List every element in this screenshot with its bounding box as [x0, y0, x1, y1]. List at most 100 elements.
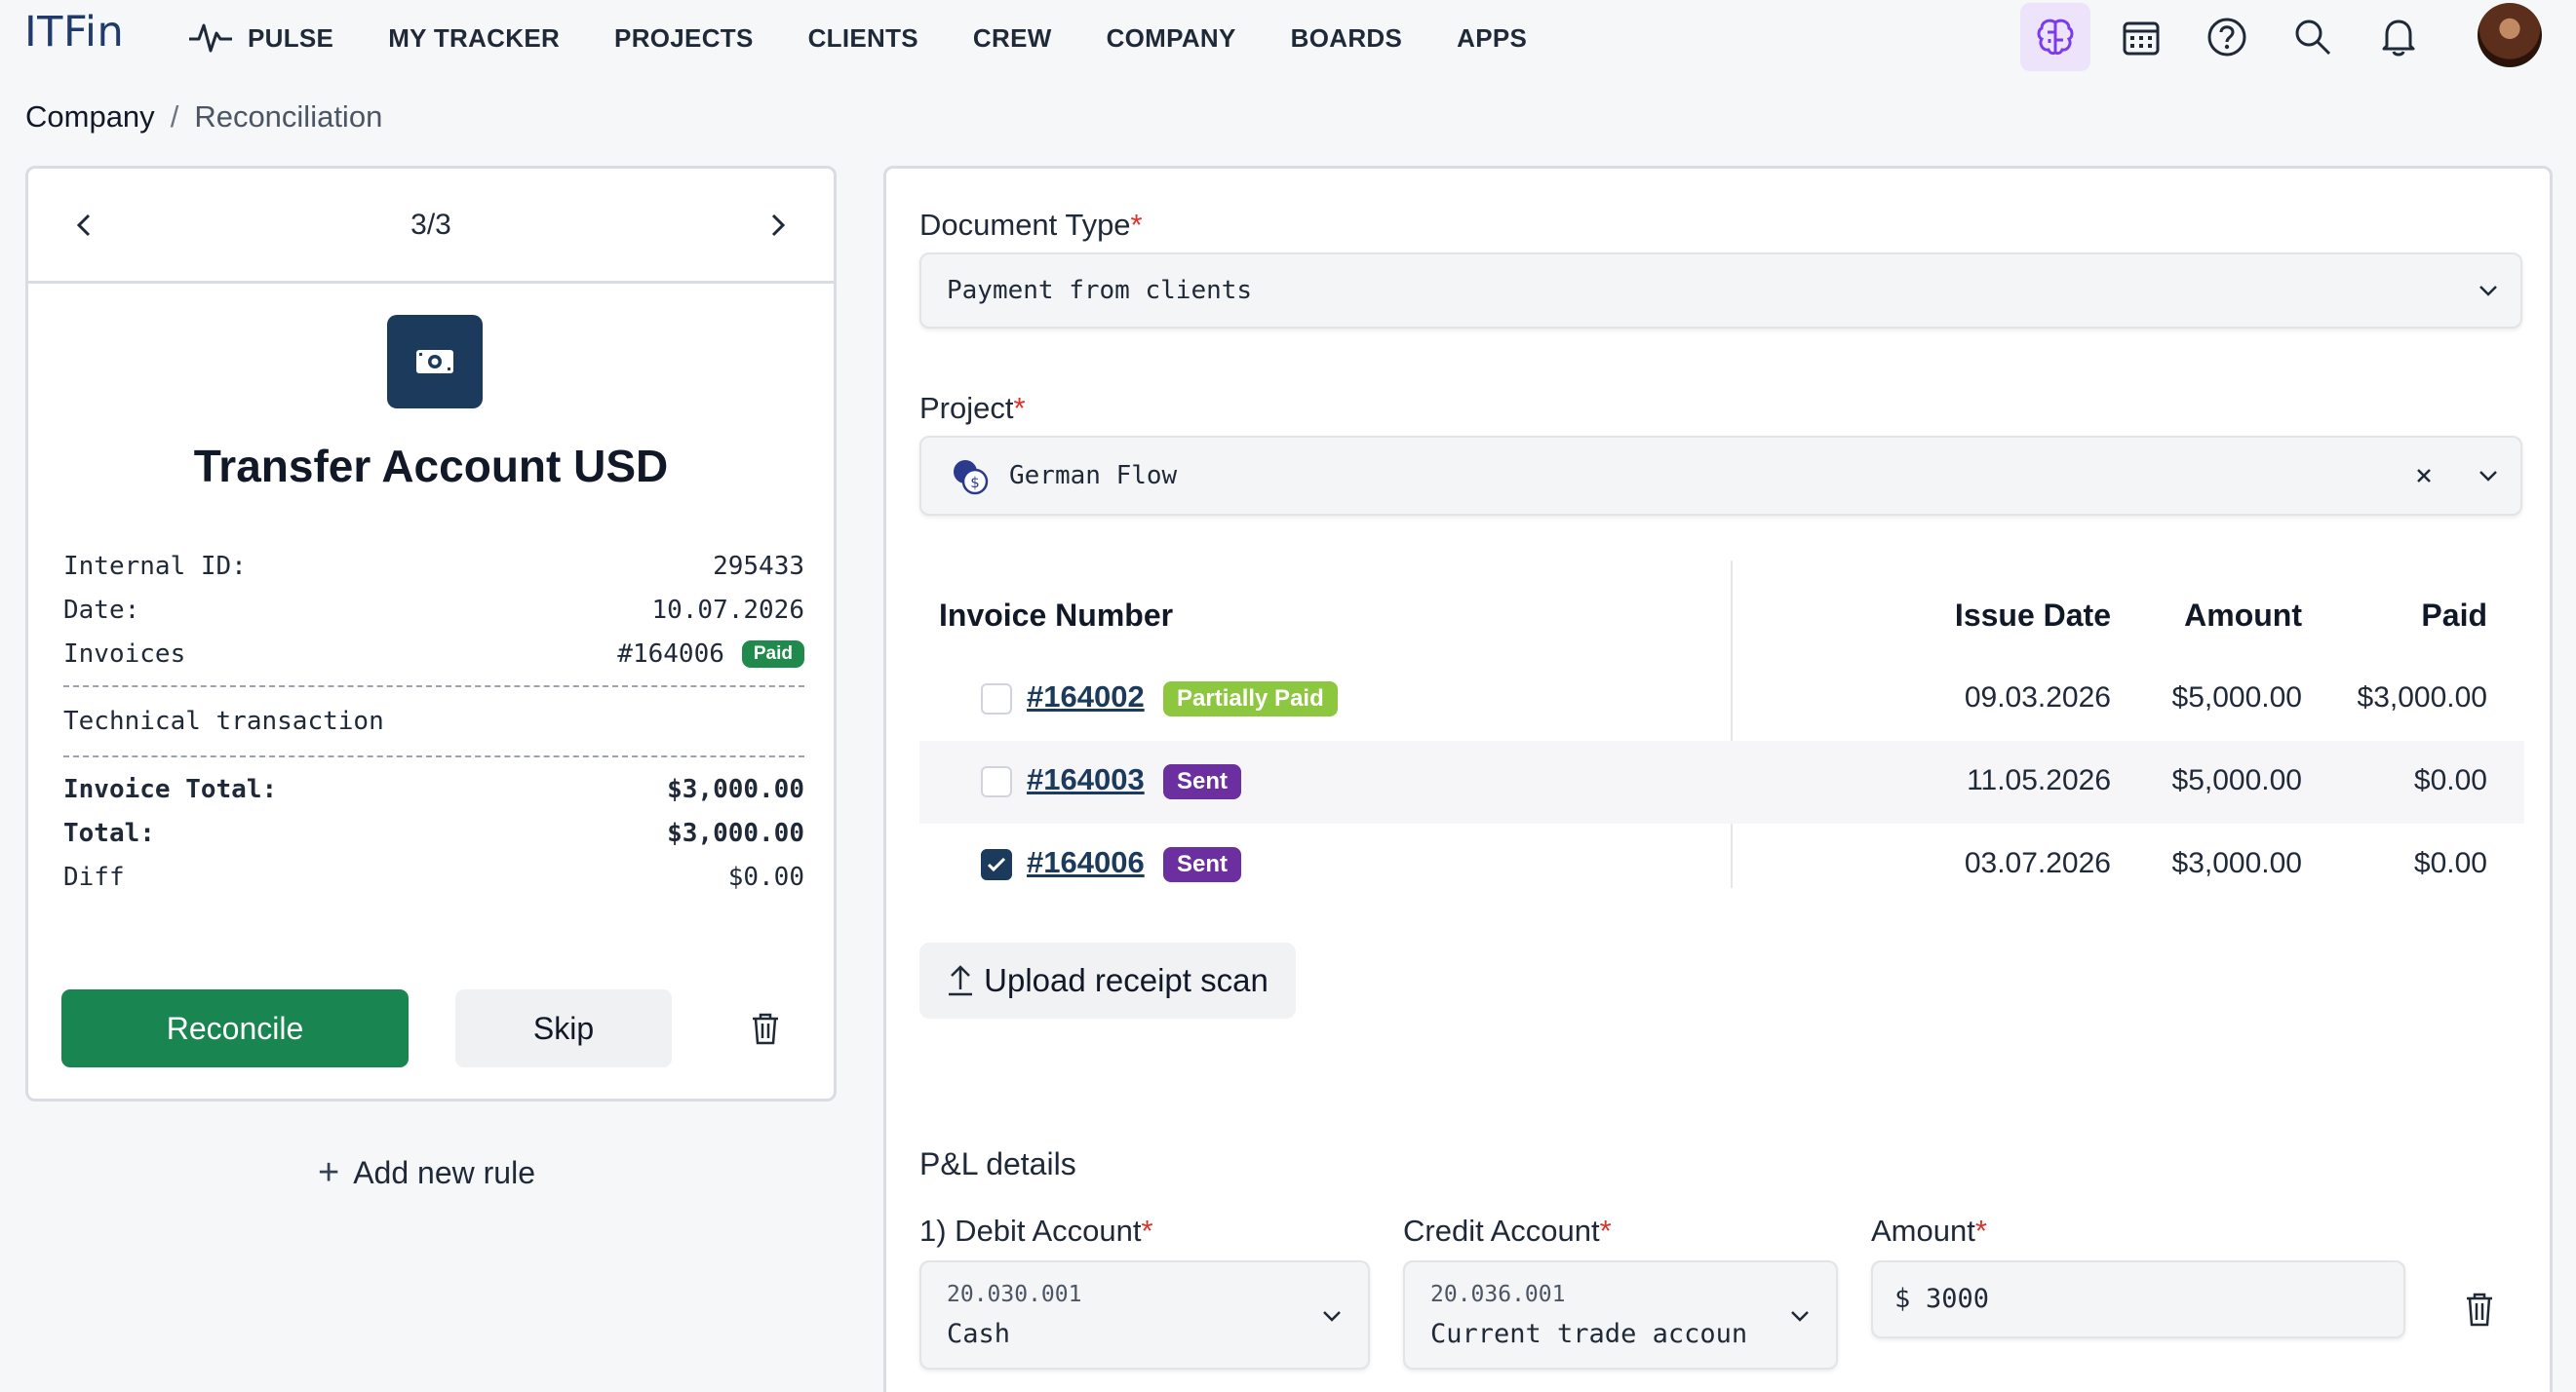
nav-item-pulse[interactable]: PULSE	[187, 21, 333, 55]
breadcrumb: Company / Reconciliation	[25, 99, 382, 135]
plus-icon: +	[318, 1152, 340, 1193]
top-nav: ITFin PULSE MY TRACKER PROJECTS CLIENTS …	[0, 0, 2576, 76]
calendar-icon[interactable]	[2106, 3, 2176, 71]
invoice-link[interactable]: #164006	[1027, 845, 1145, 880]
nav-item-apps[interactable]: APPS	[1457, 23, 1527, 54]
divider	[63, 755, 804, 757]
upload-receipt-button[interactable]: Upload receipt scan	[919, 943, 1296, 1019]
transaction-description: Technical transaction	[63, 707, 384, 736]
brain-icon[interactable]	[2020, 3, 2090, 71]
nav-item-crew[interactable]: CREW	[973, 23, 1052, 54]
chevron-down-icon	[1785, 1301, 1815, 1331]
upload-icon	[949, 965, 973, 996]
trash-icon[interactable]	[2458, 1288, 2501, 1331]
amount-cell: $3,000.00	[2171, 847, 2302, 879]
nav-item-my-tracker[interactable]: MY TRACKER	[388, 23, 560, 54]
total-value: $3,000.00	[667, 818, 804, 848]
breadcrumb-company[interactable]: Company	[25, 99, 155, 135]
header-issue-date: Issue Date	[1954, 598, 2111, 633]
status-badge: Partially Paid	[1163, 681, 1338, 716]
svg-text:$: $	[970, 474, 980, 491]
header-amount: Amount	[2184, 598, 2302, 633]
amount-input[interactable]: $ 3000	[1871, 1260, 2405, 1338]
clear-icon[interactable]	[2409, 461, 2439, 490]
invoice-total-label: Invoice Total:	[63, 774, 278, 804]
total-row: Total: $3,000.00	[63, 811, 804, 855]
status-badge: Sent	[1163, 764, 1242, 799]
nav-item-boards[interactable]: BOARDS	[1291, 23, 1402, 54]
invoice-table: Invoice Number Issue Date Amount Paid #1…	[919, 561, 2524, 907]
check-icon	[987, 857, 1006, 872]
chevron-left-icon[interactable]	[65, 206, 104, 245]
nav-item-label: PULSE	[248, 22, 334, 53]
diff-label: Diff	[63, 862, 125, 892]
chevron-right-icon[interactable]	[758, 206, 797, 245]
document-type-select[interactable]: Payment from clients	[919, 252, 2522, 329]
invoice-total-value: $3,000.00	[667, 774, 804, 804]
invoice-link[interactable]: #164002	[1027, 679, 1145, 715]
reconcile-button[interactable]: Reconcile	[61, 989, 409, 1067]
paid-cell: $3,000.00	[2357, 681, 2487, 714]
divider	[63, 685, 804, 687]
banknote-icon	[387, 315, 483, 408]
nav-item-clients[interactable]: CLIENTS	[808, 23, 918, 54]
app-logo[interactable]: ITFin	[24, 8, 124, 57]
debit-account-label: 1) Debit Account*	[919, 1214, 1153, 1248]
diff-value: $0.00	[727, 862, 804, 892]
trash-icon[interactable]	[744, 1007, 787, 1050]
nav-item-company[interactable]: COMPANY	[1107, 23, 1236, 54]
paid-cell: $0.00	[2413, 847, 2487, 879]
invoice-ref[interactable]: #164006	[617, 639, 724, 669]
row-checkbox[interactable]	[981, 683, 1012, 715]
project-select[interactable]: $ German Flow	[919, 436, 2522, 516]
bell-icon[interactable]	[2363, 3, 2434, 71]
skip-button[interactable]: Skip	[455, 989, 672, 1067]
chevron-down-icon	[1317, 1301, 1347, 1331]
document-type-label: Document Type*	[919, 208, 1143, 242]
date-row: Date: 10.07.2026	[63, 588, 804, 632]
search-icon[interactable]	[2278, 3, 2348, 71]
transaction-details: Internal ID: 295433 Date: 10.07.2026 Inv…	[63, 544, 804, 899]
debit-account-code: 20.030.001	[947, 1282, 1082, 1307]
help-icon[interactable]	[2192, 3, 2262, 71]
amount-cell: $5,000.00	[2171, 681, 2302, 714]
nav-item-projects[interactable]: PROJECTS	[614, 23, 754, 54]
credit-account-name: Current trade accoun	[1430, 1319, 1748, 1349]
chevron-down-icon	[2474, 276, 2503, 305]
transaction-card: 3/3 Transfer Account USD Internal ID: 29…	[25, 166, 837, 1102]
invoice-ref-group: #164006 Paid	[617, 639, 804, 669]
invoice-link[interactable]: #164003	[1027, 762, 1145, 797]
header-invoice-number: Invoice Number	[939, 598, 1174, 633]
table-row: #164003 Sent 11.05.2026 $5,000.00 $0.00	[919, 741, 2524, 824]
add-rule-button[interactable]: + Add new rule	[318, 1152, 535, 1194]
debit-account-name: Cash	[947, 1319, 1011, 1349]
pl-details-title: P&L details	[919, 1146, 1076, 1181]
amount-value: 3000	[1926, 1284, 1990, 1314]
row-checkbox[interactable]	[981, 766, 1012, 797]
currency-symbol: $	[1894, 1284, 1911, 1314]
credit-account-select[interactable]: 20.036.001 Current trade accoun	[1403, 1260, 1838, 1370]
project-label: Project*	[919, 391, 1026, 425]
document-type-value: Payment from clients	[947, 276, 1253, 305]
avatar[interactable]	[2478, 3, 2542, 67]
chevron-down-icon	[2474, 461, 2503, 490]
diff-row: Diff $0.00	[63, 855, 804, 899]
row-checkbox[interactable]	[981, 849, 1012, 880]
pager-count: 3/3	[410, 208, 451, 241]
add-rule-label: Add new rule	[353, 1155, 535, 1190]
nav-icon-group	[1991, 0, 2576, 76]
issue-date-cell: 03.07.2026	[1964, 847, 2111, 879]
total-label: Total:	[63, 818, 155, 848]
date-value: 10.07.2026	[651, 595, 804, 625]
amount-label: Amount*	[1871, 1214, 1987, 1248]
debit-account-select[interactable]: 20.030.001 Cash	[919, 1260, 1370, 1370]
reconciliation-form: Document Type* Payment from clients Proj…	[883, 166, 2553, 1392]
table-row: #164002 Partially Paid 09.03.2026 $5,000…	[919, 658, 2524, 741]
transaction-pager: 3/3	[28, 169, 834, 284]
account-name: Transfer Account USD	[193, 441, 669, 491]
internal-id-row: Internal ID: 295433	[63, 544, 804, 588]
invoice-total-row: Invoice Total: $3,000.00	[63, 767, 804, 811]
status-badge: Sent	[1163, 847, 1242, 882]
project-value: German Flow	[1009, 461, 1178, 490]
breadcrumb-separator: /	[170, 99, 179, 134]
